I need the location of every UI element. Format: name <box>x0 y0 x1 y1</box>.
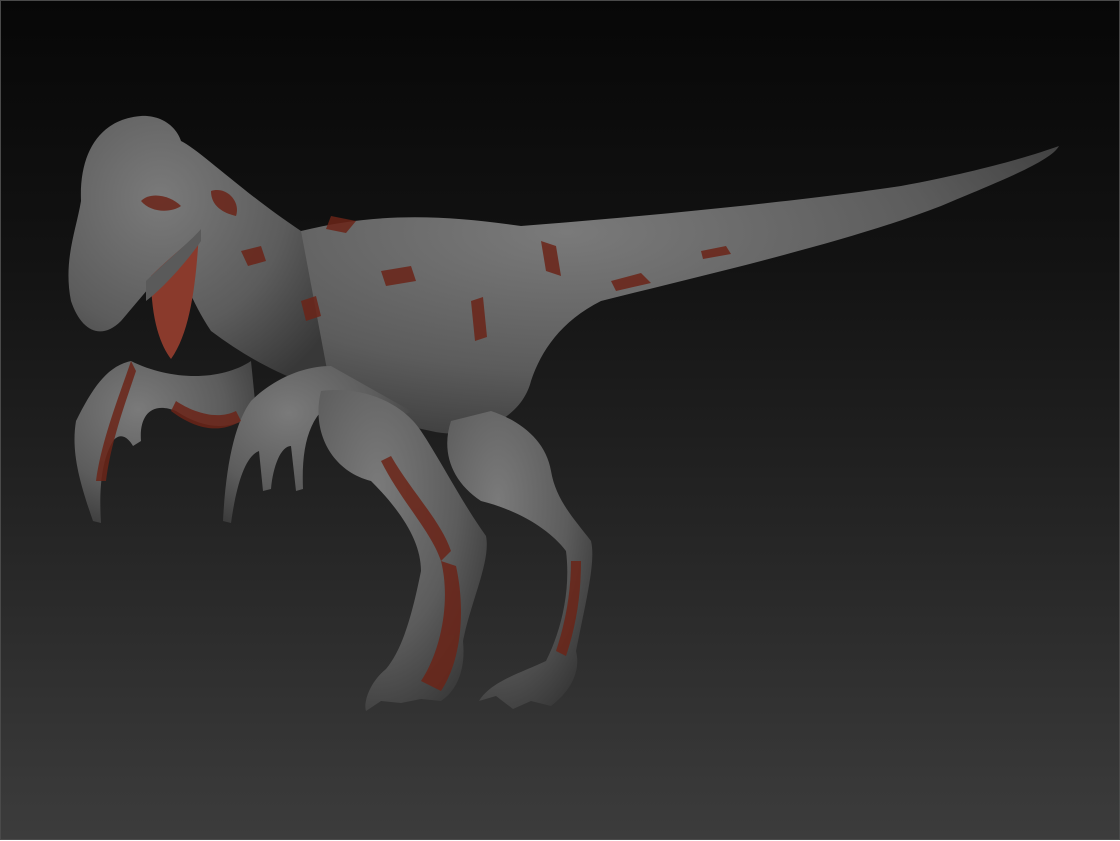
3d-viewport-canvas[interactable] <box>0 0 1120 840</box>
raptor-model[interactable] <box>1 1 1120 841</box>
